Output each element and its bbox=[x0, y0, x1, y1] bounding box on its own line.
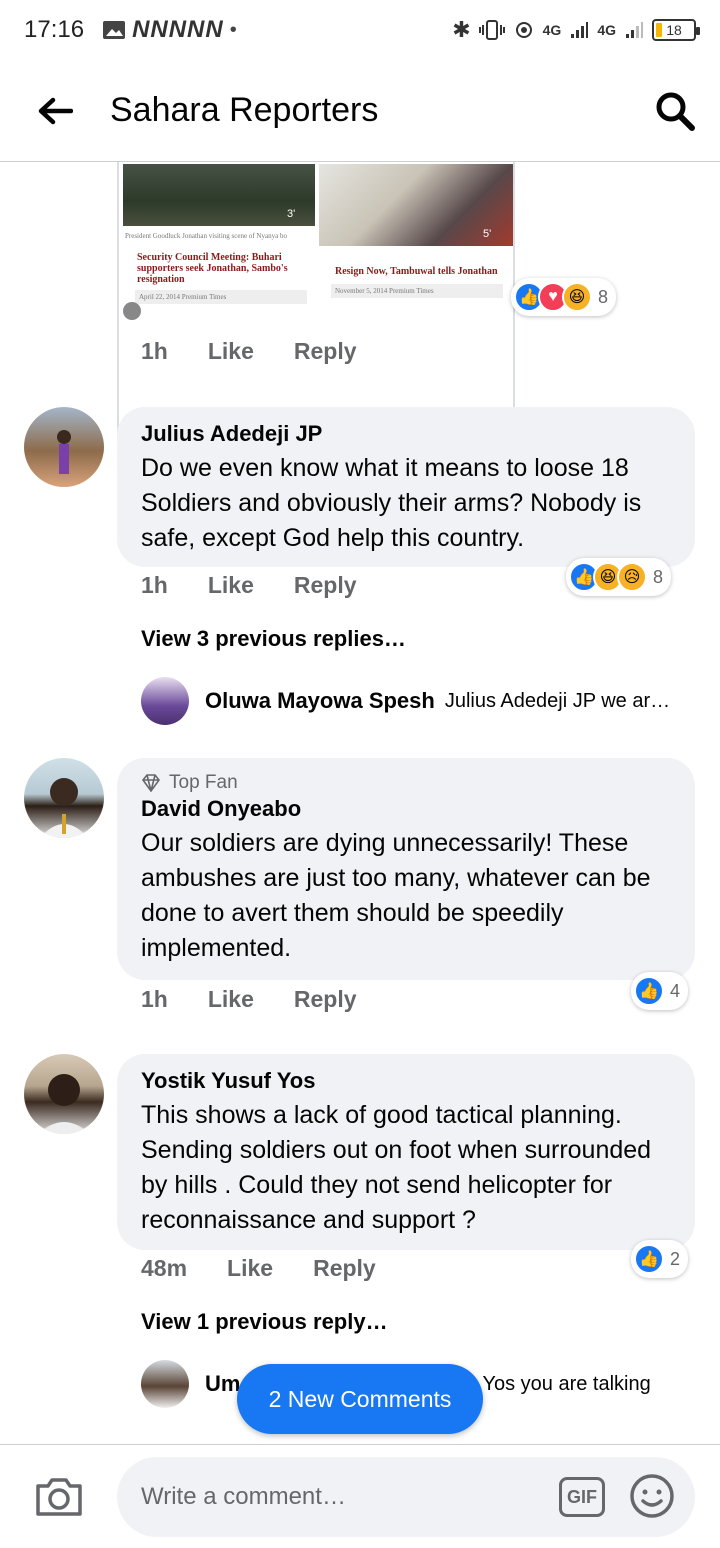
comment-actions: 1h Like Reply bbox=[141, 572, 397, 599]
comment-text: Our soldiers are dying unnecessarily! Th… bbox=[141, 829, 651, 962]
bluetooth-icon: ✱ bbox=[452, 17, 471, 42]
comment-bubble[interactable]: Top Fan David Onyeabo Our soldiers are d… bbox=[117, 758, 695, 980]
comment-bubble[interactable]: Yostik Yusuf Yos This shows a lack of go… bbox=[117, 1054, 695, 1250]
comment-time: 48m bbox=[141, 1255, 188, 1281]
gif-button[interactable]: GIF bbox=[559, 1477, 605, 1517]
camera-button[interactable] bbox=[0, 1445, 118, 1548]
reaction-summary[interactable]: 👍 😆 😥 8 bbox=[566, 558, 672, 596]
comment-time: 1h bbox=[141, 572, 168, 598]
back-button[interactable] bbox=[0, 60, 110, 161]
gif-label: GIF bbox=[567, 1486, 597, 1507]
reaction-summary[interactable]: 👍 2 bbox=[631, 1240, 689, 1278]
like-button[interactable]: Like bbox=[208, 986, 254, 1013]
reaction-summary[interactable]: 👍 4 bbox=[631, 972, 689, 1010]
avatar[interactable] bbox=[24, 1054, 104, 1134]
preview-more-icon[interactable] bbox=[123, 302, 141, 320]
preview-caption: President Goodluck Jonathan visiting sce… bbox=[125, 232, 287, 240]
comment-time: 1h bbox=[141, 986, 168, 1012]
reaction-count: 2 bbox=[670, 1248, 681, 1269]
comment-time: 1h bbox=[141, 338, 168, 364]
signal-icon-2 bbox=[626, 22, 643, 38]
vibrate-icon bbox=[478, 20, 505, 40]
comments-feed[interactable]: 3' 5' President Goodluck Jonathan visiti… bbox=[0, 162, 720, 1444]
reaction-count: 8 bbox=[598, 286, 609, 307]
comment-bubble[interactable]: Julius Adedeji JP Do we even know what i… bbox=[117, 407, 695, 567]
new-comments-button[interactable]: 2 New Comments bbox=[237, 1364, 483, 1434]
comment-input[interactable] bbox=[141, 1483, 541, 1511]
preview-meta-left: April 22, 2014 Premium Times bbox=[135, 290, 307, 304]
notification-glyphs: NNNNN bbox=[132, 16, 224, 43]
comment-author[interactable]: David Onyeabo bbox=[141, 796, 671, 822]
page-title: Sahara Reporters bbox=[110, 91, 379, 129]
preview-photo2-time: 5' bbox=[483, 228, 492, 240]
top-fan-badge: Top Fan bbox=[141, 772, 671, 794]
like-button[interactable]: Like bbox=[227, 1255, 273, 1282]
reply-text: Julius Adedeji JP we ar… bbox=[444, 689, 671, 712]
reaction-count: 4 bbox=[670, 980, 681, 1001]
like-button[interactable]: Like bbox=[208, 572, 254, 599]
signal-icon bbox=[571, 22, 589, 38]
reply-button[interactable]: Reply bbox=[313, 1255, 376, 1282]
reply-author[interactable]: Um bbox=[205, 1371, 240, 1397]
preview-meta-right: November 5, 2014 Premium Times bbox=[331, 284, 503, 298]
avatar[interactable] bbox=[24, 758, 104, 838]
preview-headline-right[interactable]: Resign Now, Tambuwal tells Jonathan bbox=[335, 266, 505, 277]
comment-author[interactable]: Yostik Yusuf Yos bbox=[141, 1068, 671, 1094]
reply-text: Yos you are talking bbox=[482, 1372, 651, 1395]
image-icon bbox=[103, 21, 126, 39]
diamond-icon bbox=[141, 774, 161, 792]
comment-actions: 1h Like Reply bbox=[141, 986, 397, 1013]
avatar[interactable] bbox=[141, 1360, 189, 1408]
status-bar: 17:16 NNNNN • ✱ 4G 4G 18 bbox=[0, 0, 720, 60]
reply-author[interactable]: Oluwa Mayowa Spesh bbox=[205, 688, 435, 714]
preview-photo1-time: 3' bbox=[287, 208, 296, 220]
search-button[interactable] bbox=[630, 60, 720, 161]
reply-button[interactable]: Reply bbox=[294, 338, 357, 365]
comment-composer: GIF bbox=[0, 1444, 720, 1548]
like-reaction-icon: 👍 bbox=[634, 1244, 664, 1274]
reply-preview[interactable]: Oluwa Mayowa Spesh Julius Adedeji JP we … bbox=[141, 677, 670, 725]
status-time: 17:16 bbox=[24, 16, 85, 43]
avatar-person-icon bbox=[57, 430, 71, 474]
avatar[interactable] bbox=[24, 407, 104, 487]
comment-author[interactable]: Julius Adedeji JP bbox=[141, 421, 671, 447]
comment-actions: 1h Like Reply bbox=[141, 338, 397, 365]
reply-button[interactable]: Reply bbox=[294, 986, 357, 1013]
comment-text: Do we even know what it means to loose 1… bbox=[141, 454, 642, 552]
notification-icons: NNNNN • bbox=[102, 16, 237, 44]
preview-headline-left[interactable]: Security Council Meeting: Buhari support… bbox=[137, 252, 309, 285]
network-4g-label-2: 4G bbox=[597, 22, 616, 38]
view-previous-replies[interactable]: View 3 previous replies… bbox=[141, 626, 406, 652]
comment-input-container[interactable]: GIF bbox=[117, 1457, 695, 1537]
avatar-person-icon bbox=[38, 1074, 90, 1134]
hotspot-icon bbox=[515, 22, 532, 38]
haha-reaction-icon: 😆 bbox=[562, 282, 592, 312]
preview-photo-meeting: 5' bbox=[319, 164, 513, 246]
comment-text: This shows a lack of good tactical plann… bbox=[141, 1101, 652, 1234]
battery-level: 18 bbox=[666, 22, 682, 38]
back-arrow-icon bbox=[38, 97, 73, 124]
reply-button[interactable]: Reply bbox=[294, 572, 357, 599]
network-4g-label: 4G bbox=[542, 22, 562, 38]
camera-icon bbox=[36, 1477, 82, 1516]
app-header: Sahara Reporters bbox=[0, 60, 720, 162]
reaction-count: 8 bbox=[653, 566, 664, 587]
reaction-summary[interactable]: 👍 ♥ 😆 8 bbox=[511, 278, 617, 316]
avatar[interactable] bbox=[141, 677, 189, 725]
battery-indicator: 18 bbox=[652, 19, 700, 41]
avatar-person-icon bbox=[40, 778, 88, 838]
dot-icon: • bbox=[229, 18, 237, 41]
view-previous-replies[interactable]: View 1 previous reply… bbox=[141, 1309, 388, 1335]
status-right-icons: ✱ 4G 4G 18 bbox=[452, 17, 700, 43]
sad-reaction-icon: 😥 bbox=[617, 562, 647, 592]
search-icon bbox=[656, 92, 695, 131]
emoji-icon[interactable] bbox=[629, 1473, 675, 1519]
preview-photo-soldiers: 3' bbox=[123, 164, 315, 226]
like-button[interactable]: Like bbox=[208, 338, 254, 365]
like-reaction-icon: 👍 bbox=[634, 976, 664, 1006]
comment-actions: 48m Like Reply bbox=[141, 1255, 416, 1282]
top-fan-label: Top Fan bbox=[169, 772, 238, 793]
